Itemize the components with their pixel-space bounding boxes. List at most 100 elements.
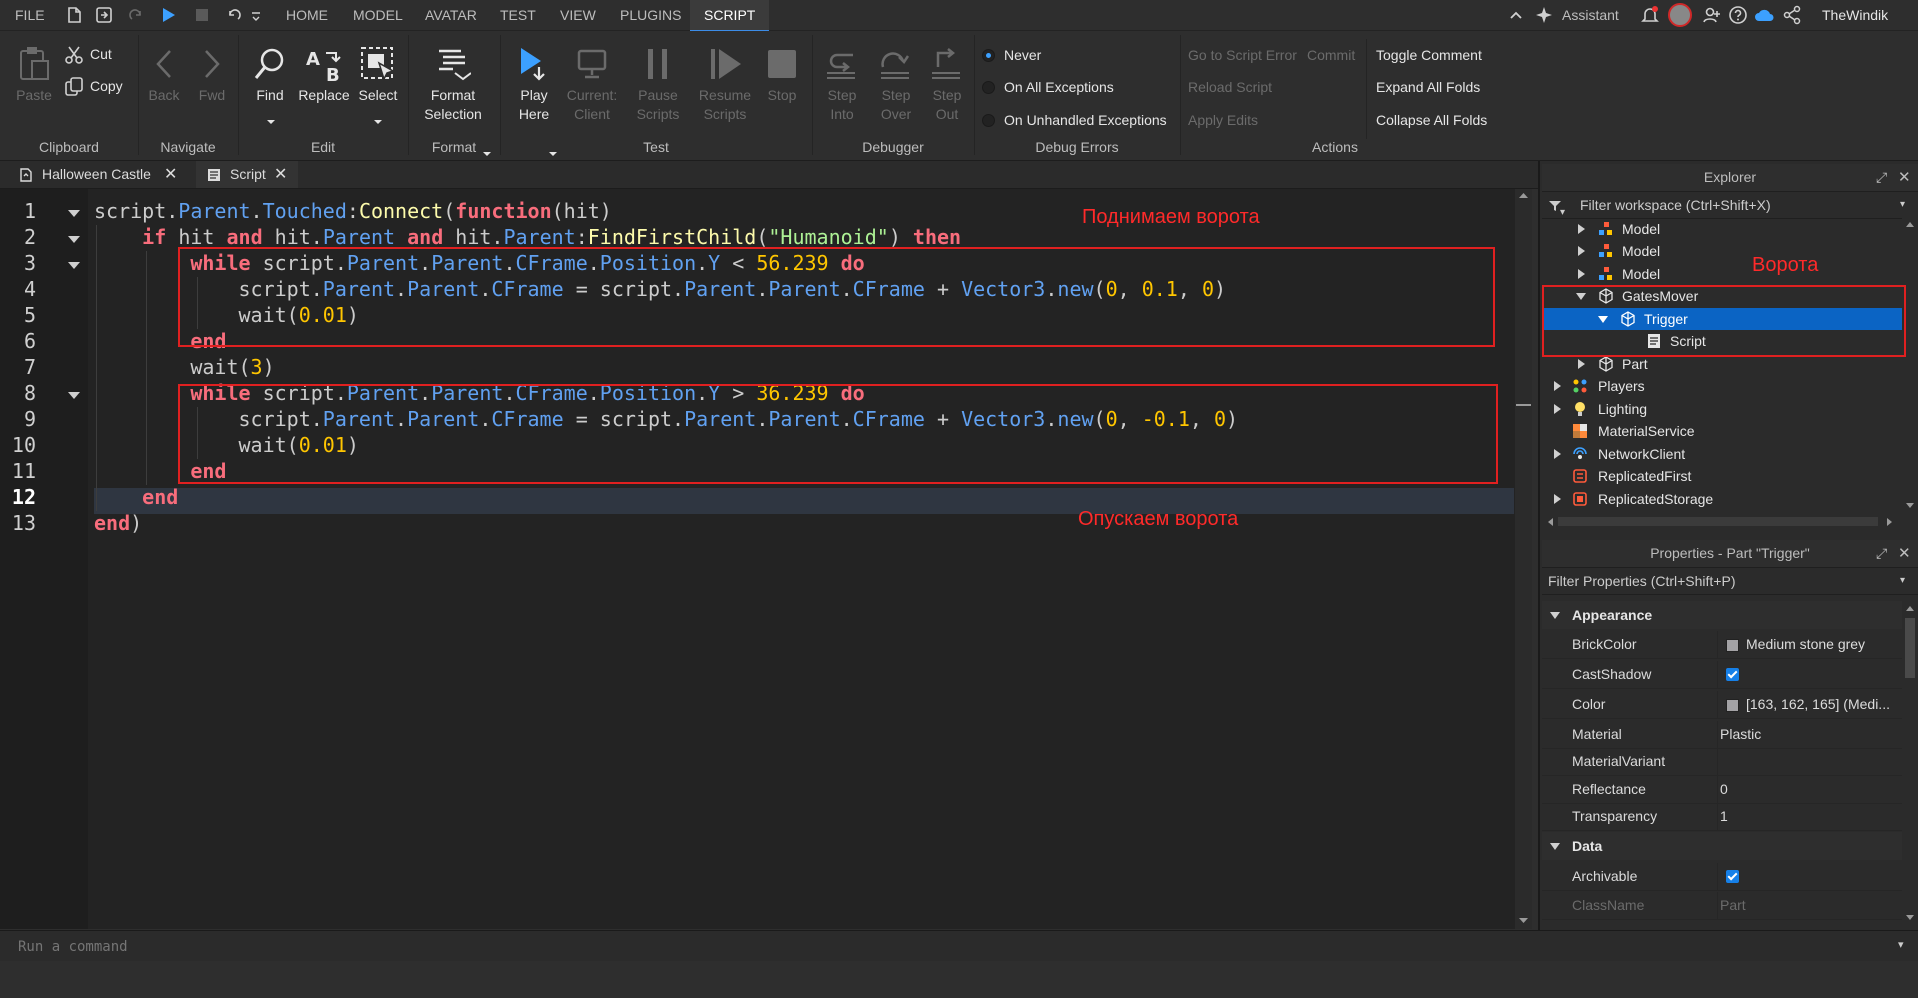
- play-here-button[interactable]: Play Here: [508, 45, 560, 124]
- property-row-castshadow[interactable]: CastShadow: [1542, 661, 1902, 689]
- step-over-button[interactable]: Step Over: [872, 45, 920, 124]
- explorer-scrollbar[interactable]: [1902, 218, 1918, 514]
- menu-plugins[interactable]: PLUGINS: [620, 0, 681, 30]
- select-button[interactable]: Select: [354, 45, 402, 105]
- tree-item-networkclient[interactable]: NetworkClient: [1542, 443, 1902, 465]
- format-selection-button[interactable]: Format Selection: [412, 45, 494, 124]
- undock-icon[interactable]: ⤢: [1876, 164, 1887, 191]
- tree-item-model[interactable]: Model: [1542, 218, 1902, 240]
- explorer-hscroll-thumb[interactable]: [1558, 517, 1878, 526]
- notifications-icon[interactable]: [1640, 5, 1660, 25]
- menu-home[interactable]: HOME: [286, 0, 328, 30]
- expand-arrow-icon[interactable]: [1554, 449, 1561, 459]
- scroll-left-icon[interactable]: [1546, 517, 1554, 527]
- undo-icon[interactable]: [224, 5, 244, 25]
- scroll-up-icon[interactable]: [1905, 604, 1915, 612]
- go-to-script-error-button[interactable]: Go to Script Error: [1188, 47, 1297, 63]
- avatar[interactable]: [1668, 3, 1692, 27]
- fold-arrow-icon[interactable]: [68, 262, 80, 269]
- collapse-ribbon-icon[interactable]: [1506, 5, 1526, 25]
- chevron-down-icon[interactable]: ▾: [1898, 938, 1904, 951]
- tree-item-model[interactable]: Model: [1542, 240, 1902, 262]
- properties-filter[interactable]: Filter Properties (Ctrl+Shift+P) ▾: [1542, 568, 1918, 595]
- explorer-hscrollbar[interactable]: [1542, 514, 1918, 529]
- new-file-icon[interactable]: [64, 5, 84, 25]
- category-data[interactable]: Data: [1542, 832, 1902, 860]
- assistant-button[interactable]: Assistant: [1562, 0, 1619, 30]
- reload-script-button[interactable]: Reload Script: [1188, 79, 1272, 95]
- expand-all-folds-button[interactable]: Expand All Folds: [1376, 79, 1480, 95]
- menu-file[interactable]: FILE: [15, 0, 45, 30]
- tree-item-materialservice[interactable]: MaterialService: [1542, 420, 1902, 442]
- code-editor[interactable]: 1 2 3 4 5 6 7 8 9 10 11 12 13 script.Par…: [0, 189, 1532, 929]
- find-button[interactable]: Find: [248, 45, 292, 105]
- stop-button[interactable]: Stop: [760, 45, 804, 105]
- collapse-arrow-icon[interactable]: [1550, 612, 1560, 619]
- tree-item-model[interactable]: Model: [1542, 263, 1902, 285]
- pause-scripts-button[interactable]: Pause Scripts: [628, 45, 688, 124]
- paste-button[interactable]: Paste: [10, 45, 58, 105]
- cloud-icon[interactable]: [1754, 5, 1776, 25]
- tab-halloween-castle[interactable]: Halloween Castle ✕: [8, 161, 186, 188]
- tree-item-replicatedfirst[interactable]: ReplicatedFirst: [1542, 465, 1902, 487]
- find-dropdown-icon[interactable]: [266, 118, 276, 126]
- menu-test[interactable]: TEST: [500, 0, 536, 30]
- expand-arrow-icon[interactable]: [1578, 269, 1585, 279]
- expand-arrow-icon[interactable]: [1554, 381, 1561, 391]
- commit-button[interactable]: Commit: [1307, 47, 1355, 63]
- help-icon[interactable]: [1728, 5, 1748, 25]
- undock-icon[interactable]: ⤢: [1876, 540, 1887, 567]
- expand-arrow-icon[interactable]: [1554, 494, 1561, 504]
- radio-unhandled-exceptions[interactable]: On Unhandled Exceptions: [982, 110, 1182, 132]
- scroll-down-icon[interactable]: [1905, 914, 1915, 922]
- scroll-down-icon[interactable]: [1518, 917, 1529, 925]
- scroll-up-icon[interactable]: [1518, 191, 1529, 199]
- apply-edits-button[interactable]: Apply Edits: [1188, 112, 1258, 128]
- scroll-up-icon[interactable]: [1905, 220, 1915, 228]
- tab-script[interactable]: Script ✕: [196, 161, 298, 188]
- menu-view[interactable]: VIEW: [560, 0, 596, 30]
- step-out-button[interactable]: Step Out: [924, 45, 970, 124]
- expand-arrow-icon[interactable]: [1578, 246, 1585, 256]
- play-icon[interactable]: [158, 5, 178, 25]
- fold-arrow-icon[interactable]: [68, 392, 80, 399]
- property-row-materialvariant[interactable]: MaterialVariant: [1542, 748, 1902, 776]
- expand-arrow-icon[interactable]: [1578, 359, 1585, 369]
- radio-never[interactable]: Never: [982, 45, 1182, 67]
- close-icon[interactable]: ✕: [164, 161, 177, 188]
- assistant-sparkle-icon[interactable]: [1534, 5, 1554, 25]
- stop-icon[interactable]: [192, 5, 212, 25]
- quick-access-dropdown-icon[interactable]: [250, 5, 262, 25]
- property-row-classname[interactable]: ClassName Part: [1542, 892, 1902, 920]
- property-row-reflectance[interactable]: Reflectance 0: [1542, 776, 1902, 804]
- replace-button[interactable]: AB Replace: [296, 45, 352, 105]
- tree-item-lighting[interactable]: Lighting: [1542, 398, 1902, 420]
- back-button[interactable]: Back: [144, 45, 184, 105]
- chevron-down-icon[interactable]: ▾: [1900, 568, 1905, 594]
- copy-button[interactable]: Copy: [64, 77, 144, 101]
- toggle-comment-button[interactable]: Toggle Comment: [1376, 47, 1482, 63]
- radio-all-exceptions[interactable]: On All Exceptions: [982, 77, 1182, 99]
- property-row-transparency[interactable]: Transparency 1: [1542, 803, 1902, 831]
- scroll-right-icon[interactable]: [1886, 517, 1894, 527]
- select-dropdown-icon[interactable]: [373, 118, 383, 126]
- archivable-checkbox[interactable]: [1726, 870, 1739, 883]
- properties-scroll-thumb[interactable]: [1905, 618, 1915, 678]
- share-icon[interactable]: [1782, 5, 1802, 25]
- resume-scripts-button[interactable]: Resume Scripts: [692, 45, 758, 124]
- chevron-down-icon[interactable]: ▾: [1900, 192, 1905, 218]
- command-input[interactable]: [0, 931, 1910, 963]
- add-friend-icon[interactable]: [1702, 5, 1722, 25]
- cut-button[interactable]: Cut: [64, 45, 144, 69]
- forward-button[interactable]: Fwd: [192, 45, 232, 105]
- fold-arrow-icon[interactable]: [68, 236, 80, 243]
- username[interactable]: TheWindik: [1822, 0, 1888, 30]
- tree-item-players[interactable]: Players: [1542, 375, 1902, 397]
- publish-icon[interactable]: [94, 5, 114, 25]
- close-icon[interactable]: ✕: [1898, 540, 1911, 567]
- property-row-color[interactable]: Color [163, 162, 165] (Medi...: [1542, 691, 1902, 719]
- menu-model[interactable]: MODEL: [353, 0, 403, 30]
- expand-arrow-icon[interactable]: [1578, 224, 1585, 234]
- menu-script[interactable]: SCRIPT: [690, 0, 770, 32]
- close-icon[interactable]: ✕: [274, 161, 287, 188]
